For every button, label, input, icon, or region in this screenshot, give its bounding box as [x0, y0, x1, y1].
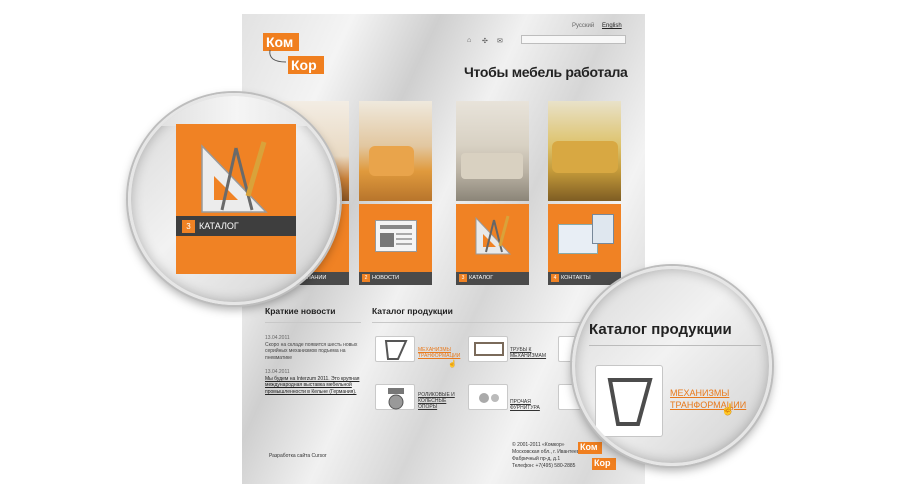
site-slogan: Чтобы мебель работала — [464, 64, 628, 80]
catalog-link-tubes[interactable]: ТРУБЫ К МЕХАНИЗМАМ — [510, 347, 554, 359]
photo-grey-sofa — [456, 101, 529, 201]
news-section-title: Краткие новости — [265, 306, 336, 316]
logo-word-2: Кор — [592, 458, 616, 470]
mail-icon[interactable]: ✉ — [497, 37, 503, 45]
tile-number: 4 — [551, 273, 559, 282]
footer-address: Фабричный пр-д, д.1 — [512, 456, 561, 462]
tile-number: 3 — [459, 273, 467, 282]
news-date: 13.04.2011 — [265, 335, 290, 341]
logo-swoosh-icon — [269, 49, 287, 63]
magnifier-lens-products: Каталог продукции МЕХАНИЗМЫ ТРАНФОРМАЦИИ… — [572, 266, 772, 466]
footer-developer[interactable]: Разработка сайта Cursor — [269, 453, 327, 460]
catalog-thumb-wheels[interactable] — [375, 384, 415, 410]
tile-contacts-label[interactable]: 4 КОНТАКТЫ — [548, 272, 621, 285]
footer-copyright: © 2001-2011 «Комкор» — [512, 442, 565, 448]
photo-yellow-sofa — [548, 101, 621, 201]
lang-russian-link[interactable]: Русский — [572, 23, 594, 29]
tile-contacts[interactable] — [548, 204, 621, 280]
logo[interactable]: Ком Кор — [260, 30, 340, 80]
tube-frame-icon — [474, 342, 504, 356]
news-link[interactable]: Мы будем на Interzum 2011. Это крупная м… — [265, 376, 365, 395]
news-text: Скоро на складе появится шесть новых сер… — [265, 342, 358, 361]
sitemap-icon[interactable]: ✣ — [482, 37, 488, 45]
logo-word-1: Ком — [578, 442, 602, 454]
newspaper-icon — [375, 220, 417, 252]
catalog-link-wheels[interactable]: РОЛИКОВЫЕ И КОЛЕСНЫЕ ОПОРЫ — [418, 392, 462, 410]
lens-catalog-tile — [176, 124, 296, 274]
lens-divider — [589, 345, 761, 346]
tile-label: КОНТАКТЫ — [561, 275, 591, 281]
catalog-link-mechanisms[interactable]: МЕХАНИЗМЫ ТРАНФОРМАЦИИ — [418, 347, 462, 359]
photo-orange-armchair — [359, 101, 432, 201]
tile-label: НОВОСТИ — [372, 275, 400, 281]
catalog-thumb-hardware[interactable] — [468, 384, 508, 410]
news-divider — [265, 322, 361, 323]
lens-label-text: КАТАЛОГ — [199, 221, 239, 231]
cursor-hand-icon: ☝ — [448, 361, 457, 368]
news-date: 13.04.2011 — [265, 369, 290, 375]
mechanism-icon — [384, 340, 408, 360]
drafting-tools-icon — [475, 215, 512, 255]
lens-mechanism-link: МЕХАНИЗМЫ ТРАНФОРМАЦИИ — [670, 388, 747, 410]
footer-address: Московская обл., г. Ивантеевка, — [512, 449, 586, 455]
lens-catalog-title: Каталог продукции — [589, 321, 732, 338]
cursor-hand-icon: ☝ — [721, 404, 735, 416]
catalog-thumb-tubes[interactable] — [468, 336, 508, 362]
catalog-section-title: Каталог продукции — [372, 306, 453, 316]
tile-news[interactable] — [359, 204, 432, 280]
catalog-link-hardware[interactable]: ПРОЧАЯ ФУРНИТУРА — [510, 399, 554, 411]
caster-wheel-icon — [388, 388, 404, 410]
home-icon[interactable]: ⌂ — [467, 37, 471, 44]
tile-number: 2 — [362, 273, 370, 282]
lens-label-number: 3 — [182, 220, 195, 234]
lang-english-link[interactable]: English — [602, 23, 622, 29]
catalog-thumb-mechanisms[interactable] — [375, 336, 415, 362]
hinge-icon — [479, 393, 499, 403]
mechanism-icon — [607, 378, 653, 426]
magnifier-lens-catalog: 3 КАТАЛОГ — [128, 93, 340, 305]
tile-label: КАТАЛОГ — [469, 275, 494, 281]
lens-mechanism-thumb — [595, 365, 663, 437]
tile-news-label[interactable]: 2 НОВОСТИ — [359, 272, 432, 285]
lens-catalog-label: 3 КАТАЛОГ — [176, 216, 296, 236]
tile-catalog-label[interactable]: 3 КАТАЛОГ — [456, 272, 529, 285]
tile-catalog[interactable] — [456, 204, 529, 280]
screenshot-stage: Ком Кор Русский English ⌂ ✣ ✉ Чтобы мебе… — [0, 0, 900, 500]
search-input[interactable] — [521, 35, 626, 44]
drafting-tools-icon — [201, 141, 268, 213]
footer-phone: Телефон: +7(495) 580-2885 — [512, 463, 576, 469]
